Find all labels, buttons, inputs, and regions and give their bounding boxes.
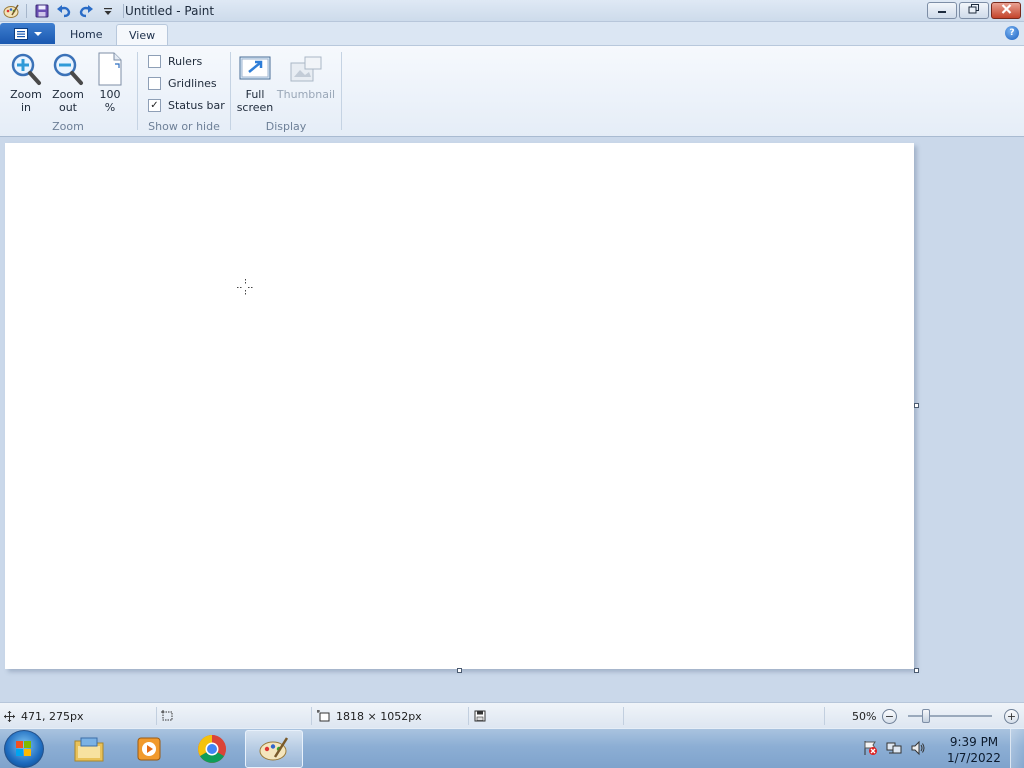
network-icon[interactable]	[886, 740, 902, 759]
system-clock[interactable]: 9:39 PM 1/7/2022	[944, 734, 1004, 766]
paint-menu-button[interactable]	[0, 23, 55, 44]
paint-icon	[259, 737, 289, 761]
quick-access-toolbar	[0, 0, 128, 22]
chevron-down-icon	[33, 31, 42, 36]
resize-handle-right[interactable]	[914, 403, 919, 408]
page-100-icon	[90, 50, 130, 88]
status-separator	[156, 707, 157, 725]
checkbox-box	[148, 77, 161, 90]
zoom-in-button[interactable]: Zoom in	[6, 50, 46, 114]
close-button[interactable]	[991, 2, 1021, 19]
taskbar-paint[interactable]	[245, 730, 303, 768]
zoom-group-label: Zoom	[52, 120, 84, 133]
toolbar-separator	[26, 4, 27, 18]
chrome-icon	[198, 735, 226, 763]
menu-list-icon	[13, 27, 28, 40]
zoom-out-icon[interactable]: −	[882, 709, 897, 724]
disk-icon	[474, 710, 486, 722]
clock-date: 1/7/2022	[947, 751, 1001, 765]
redo-icon[interactable]	[75, 1, 97, 21]
zoom-level: 50%	[852, 709, 877, 723]
file-size	[474, 703, 486, 729]
display-group-label: Display	[265, 120, 307, 133]
undo-icon[interactable]	[53, 1, 75, 21]
zoom-in-icon[interactable]: +	[1004, 709, 1019, 724]
action-center-flag-icon[interactable]	[862, 740, 878, 759]
show-desktop-button[interactable]	[1010, 729, 1024, 768]
move-cursor-icon	[4, 710, 15, 722]
gridlines-checkbox[interactable]: Gridlines	[148, 77, 217, 90]
drawing-canvas[interactable]	[5, 143, 914, 669]
taskbar-media-player[interactable]	[120, 730, 178, 768]
zoom-in-icon	[6, 50, 46, 88]
restore-button[interactable]	[959, 2, 989, 19]
window-title: Untitled - Paint	[125, 4, 215, 18]
canvas-size: 1818 × 1052px	[317, 703, 422, 729]
close-icon	[1001, 4, 1012, 17]
media-player-icon	[137, 737, 161, 761]
resize-handle-corner[interactable]	[914, 668, 919, 673]
display-group: Full screen Thumbnail Display	[231, 50, 341, 134]
status-separator	[468, 707, 469, 725]
zoom-out-icon	[48, 50, 88, 88]
show-hide-group: Rulers Gridlines ✓ Status bar Show or hi…	[138, 50, 230, 134]
paint-app-icon[interactable]	[0, 1, 22, 21]
windows-logo-icon	[16, 741, 31, 756]
tab-home[interactable]: Home	[58, 24, 114, 45]
zoom-100-button[interactable]: 100 %	[90, 50, 130, 114]
status-separator	[311, 707, 312, 725]
crosshair-cursor-icon	[237, 279, 254, 296]
resize-handle-bottom[interactable]	[457, 668, 462, 673]
show-hide-group-label: Show or hide	[148, 120, 220, 133]
rulers-checkbox[interactable]: Rulers	[148, 55, 202, 68]
restore-icon	[968, 4, 980, 17]
status-bar: 471, 275px 1818 × 1052px 50% − +	[0, 702, 1024, 728]
workspace[interactable]	[0, 137, 1024, 702]
full-screen-icon	[235, 50, 275, 88]
minimize-button[interactable]	[927, 2, 957, 19]
zoom-slider-thumb[interactable]	[922, 709, 930, 723]
status-bar-checkbox[interactable]: ✓ Status bar	[148, 99, 225, 112]
taskbar: 9:39 PM 1/7/2022	[0, 728, 1024, 768]
full-screen-button[interactable]: Full screen	[235, 50, 275, 114]
save-icon[interactable]	[31, 1, 53, 21]
ribbon-tabs: Home View ?	[0, 22, 1024, 46]
volume-icon[interactable]	[910, 740, 926, 759]
canvas-size-icon	[317, 710, 330, 722]
taskbar-chrome[interactable]	[183, 730, 241, 768]
taskbar-explorer[interactable]	[60, 730, 118, 768]
clock-time: 9:39 PM	[949, 735, 999, 749]
system-tray	[862, 729, 926, 768]
customize-dropdown-icon[interactable]	[97, 1, 119, 21]
ribbon-panel: Zoom in Zoom out 100 % Zoom Rulers Gridl…	[0, 45, 1024, 137]
group-separator	[341, 52, 342, 130]
cursor-position: 471, 275px	[4, 703, 83, 729]
status-separator	[824, 707, 825, 725]
selection-size	[161, 703, 174, 729]
toolbar-separator	[123, 4, 124, 18]
checkbox-box	[148, 55, 161, 68]
thumbnail-button[interactable]: Thumbnail	[275, 50, 337, 101]
window-controls	[927, 2, 1021, 19]
zoom-group: Zoom in Zoom out 100 % Zoom	[0, 50, 136, 134]
thumbnail-icon	[275, 50, 337, 88]
zoom-out-button[interactable]: Zoom out	[48, 50, 88, 114]
windows-explorer-icon	[74, 737, 104, 762]
zoom-slider-track[interactable]	[908, 715, 992, 717]
minimize-icon	[937, 4, 947, 17]
title-bar: Untitled - Paint	[0, 0, 1024, 22]
help-icon[interactable]: ?	[1005, 26, 1019, 40]
start-button[interactable]	[4, 730, 44, 768]
selection-icon	[161, 710, 173, 721]
tab-view[interactable]: View	[116, 24, 169, 46]
status-separator	[623, 707, 624, 725]
checkmark-icon: ✓	[148, 99, 161, 112]
